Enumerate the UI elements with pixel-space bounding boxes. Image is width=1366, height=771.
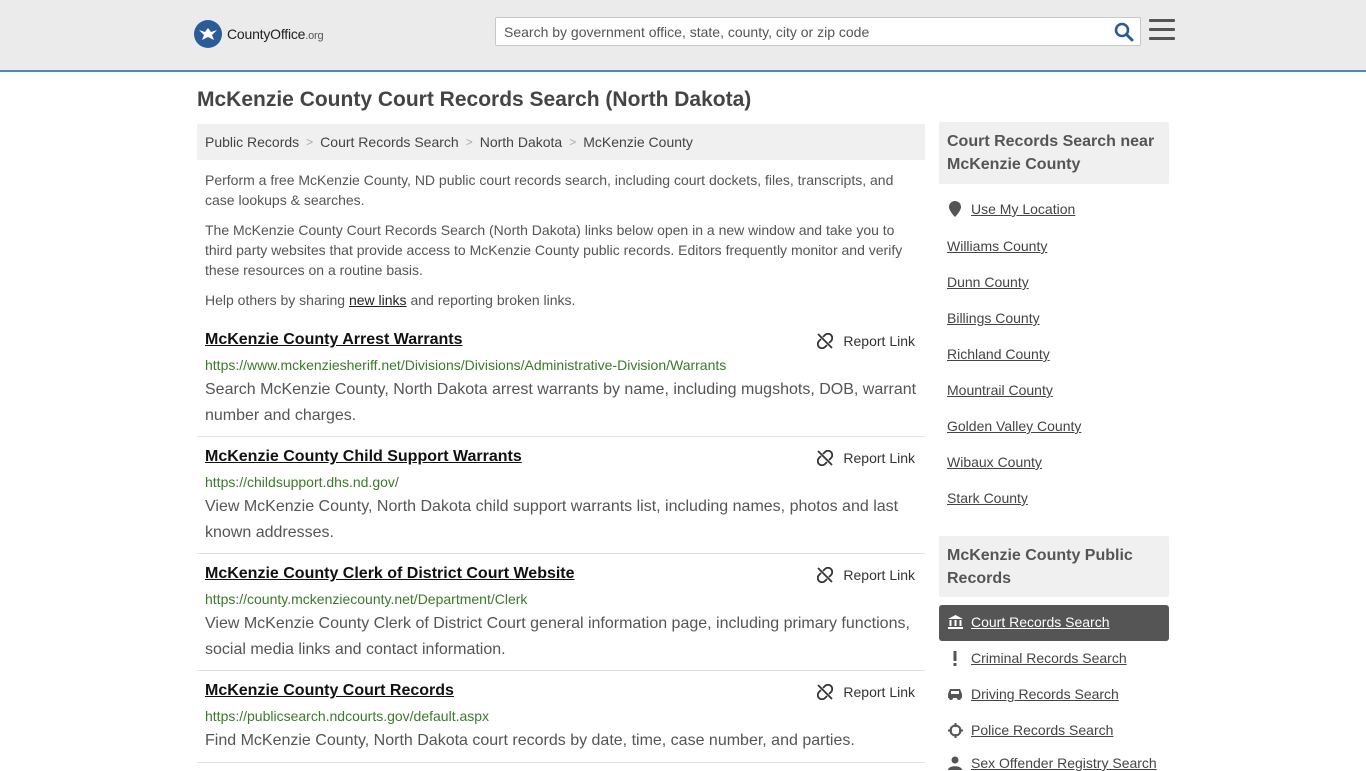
sidebar-item-label: Driving Records Search bbox=[971, 686, 1119, 702]
breadcrumb: Public Records > Court Records Search > … bbox=[197, 124, 925, 160]
result-title-link[interactable]: McKenzie County Arrest Warrants bbox=[205, 331, 463, 349]
nearby-county-link[interactable]: Golden Valley County bbox=[947, 418, 1081, 434]
sidebar-item-police-records[interactable]: Police Records Search bbox=[947, 722, 1113, 738]
nearby-county-link[interactable]: Stark County bbox=[947, 490, 1028, 506]
intro-paragraph-2: The McKenzie County Court Records Search… bbox=[205, 222, 903, 278]
report-link-label: Report Link bbox=[843, 450, 915, 466]
result-title-link[interactable]: McKenzie County Clerk of District Court … bbox=[205, 565, 575, 583]
search-box bbox=[495, 17, 1141, 46]
use-my-location-link[interactable]: Use My Location bbox=[947, 201, 1075, 217]
broken-link-icon bbox=[817, 450, 834, 466]
report-link-button[interactable]: Report Link bbox=[817, 567, 915, 583]
broken-link-icon bbox=[817, 567, 834, 583]
logo-tld-text: .org bbox=[305, 30, 324, 42]
crosshair-icon bbox=[947, 722, 963, 738]
sidebar-item-sex-offender[interactable]: Sex Offender Registry Search bbox=[947, 755, 1157, 771]
car-icon bbox=[947, 688, 963, 700]
breadcrumb-state[interactable]: North Dakota bbox=[480, 134, 562, 150]
result-description: Find McKenzie County, North Dakota court… bbox=[205, 732, 855, 749]
result-title-link[interactable]: McKenzie County Court Records bbox=[205, 682, 454, 700]
result-description: Search McKenzie County, North Dakota arr… bbox=[205, 381, 917, 424]
exclamation-icon bbox=[947, 650, 963, 666]
logo-main-text: CountyOffice bbox=[227, 26, 306, 42]
public-records-section-title: McKenzie County Public Records bbox=[939, 536, 1169, 597]
new-links-link[interactable]: new links bbox=[349, 292, 407, 308]
share-text-before: Help others by sharing bbox=[205, 292, 349, 308]
sidebar-item-driving-records[interactable]: Driving Records Search bbox=[947, 686, 1119, 702]
result-divider bbox=[197, 670, 925, 671]
search-input[interactable] bbox=[496, 18, 1096, 45]
nearby-county-link[interactable]: Richland County bbox=[947, 346, 1050, 362]
intro-paragraph-1: Perform a free McKenzie County, ND publi… bbox=[205, 172, 894, 208]
nearby-county-link[interactable]: Billings County bbox=[947, 310, 1040, 326]
sidebar-item-label: Sex Offender Registry Search bbox=[971, 755, 1157, 771]
result-divider bbox=[197, 553, 925, 554]
sidebar-item-label: Police Records Search bbox=[971, 722, 1114, 738]
breadcrumb-separator-icon: > bbox=[306, 135, 314, 149]
nearby-county-link[interactable]: Mountrail County bbox=[947, 382, 1053, 398]
broken-link-icon bbox=[817, 333, 834, 349]
sidebar-item-label: Court Records Search bbox=[971, 614, 1110, 630]
report-link-label: Report Link bbox=[843, 333, 915, 349]
site-logo[interactable]: CountyOffice.org bbox=[194, 20, 324, 48]
sidebar-item-criminal-records[interactable]: Criminal Records Search bbox=[947, 650, 1127, 666]
report-link-button[interactable]: Report Link bbox=[817, 450, 915, 466]
nearby-section-title: Court Records Search near McKenzie Count… bbox=[939, 122, 1169, 184]
location-pin-icon bbox=[947, 201, 963, 217]
broken-link-icon bbox=[817, 684, 834, 700]
share-text-after: and reporting broken links. bbox=[406, 292, 576, 308]
result-url[interactable]: https://publicsearch.ndcourts.gov/defaul… bbox=[205, 708, 489, 724]
nearby-county-link[interactable]: Wibaux County bbox=[947, 454, 1042, 470]
use-my-location-label: Use My Location bbox=[971, 201, 1076, 217]
result-divider bbox=[197, 762, 925, 763]
intro-paragraph-3: Help others by sharing new links and rep… bbox=[205, 290, 917, 310]
site-header: CountyOffice.org bbox=[0, 0, 1366, 72]
breadcrumb-county: McKenzie County bbox=[583, 134, 693, 150]
result-url[interactable]: https://childsupport.dhs.nd.gov/ bbox=[205, 474, 399, 490]
report-link-label: Report Link bbox=[843, 567, 915, 583]
result-url[interactable]: https://www.mckenziesheriff.net/Division… bbox=[205, 357, 726, 373]
breadcrumb-court-records[interactable]: Court Records Search bbox=[320, 134, 459, 150]
result-title-link[interactable]: McKenzie County Child Support Warrants bbox=[205, 448, 522, 466]
breadcrumb-separator-icon: > bbox=[465, 135, 473, 149]
sidebar-item-label: Criminal Records Search bbox=[971, 650, 1127, 666]
page-title: McKenzie County Court Records Search (No… bbox=[197, 88, 752, 111]
result-description: View McKenzie County Clerk of District C… bbox=[205, 615, 910, 658]
logo-text: CountyOffice.org bbox=[227, 26, 324, 42]
nearby-county-link[interactable]: Dunn County bbox=[947, 274, 1029, 290]
nearby-county-link[interactable]: Williams County bbox=[947, 238, 1047, 254]
result-url[interactable]: https://county.mckenziecounty.net/Depart… bbox=[205, 591, 527, 607]
breadcrumb-separator-icon: > bbox=[569, 135, 577, 149]
result-description: View McKenzie County, North Dakota child… bbox=[205, 498, 899, 541]
breadcrumb-public-records[interactable]: Public Records bbox=[205, 134, 299, 150]
search-icon[interactable] bbox=[1114, 22, 1134, 42]
eagle-seal-icon bbox=[194, 20, 222, 48]
menu-icon[interactable] bbox=[1149, 19, 1175, 43]
report-link-button[interactable]: Report Link bbox=[817, 333, 915, 349]
result-divider bbox=[197, 436, 925, 437]
report-link-label: Report Link bbox=[843, 684, 915, 700]
courthouse-icon bbox=[947, 615, 963, 629]
sidebar-item-court-records[interactable]: Court Records Search bbox=[947, 614, 1110, 630]
report-link-button[interactable]: Report Link bbox=[817, 684, 915, 700]
